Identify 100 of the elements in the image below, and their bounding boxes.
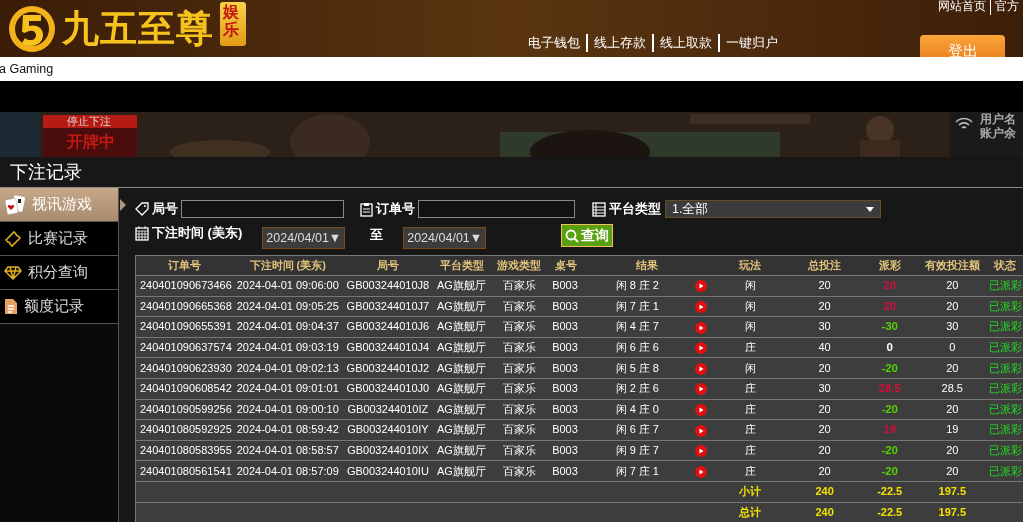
nav-link[interactable]: 电子钱包 [528, 34, 580, 52]
sidebar-item[interactable]: 额度记录 [0, 290, 118, 324]
column-header: 平台类型 [432, 255, 491, 276]
status-label: 停止下注 [67, 114, 111, 129]
column-header: 桌号 [548, 255, 584, 276]
table-cell: 百家乐 [490, 419, 549, 441]
table-cell: 2024-04-01 08:58:57 [232, 440, 343, 461]
top-link[interactable]: 官方 [990, 0, 1019, 15]
table-cell: GB003244010J8 [342, 275, 433, 297]
table-cell: 30 [919, 316, 985, 338]
table-cell: 20 [789, 440, 860, 461]
table-cell: 闲 5 庄 8 [583, 357, 692, 379]
table-cell: 百家乐 [490, 378, 549, 400]
table-cell: B003 [548, 275, 584, 297]
table-cell: -20 [859, 460, 920, 482]
table-cell: 0 [919, 337, 985, 358]
document-icon [4, 298, 18, 315]
table-cell: 2024-04-01 09:04:37 [232, 316, 343, 338]
table-cell: GB003244010J4 [342, 337, 433, 358]
table-cell: 总计 [711, 502, 790, 522]
nav-link[interactable]: 线上取款 [652, 34, 712, 52]
table-cell: 闲 [711, 357, 790, 379]
table-cell: 20 [789, 460, 860, 482]
play-icon[interactable] [695, 300, 708, 313]
field-label: 平台类型 [609, 200, 661, 218]
caret-icon [866, 206, 874, 212]
table-cell: AG旗舰厅 [432, 440, 491, 461]
field-label: 下注时间 (美东) [152, 224, 243, 242]
calendar-icon [135, 225, 149, 241]
column-header: 总投注 [789, 255, 860, 276]
nav-link[interactable]: 线上存款 [586, 34, 646, 52]
table-cell: 20 [789, 357, 860, 379]
play-icon[interactable] [695, 445, 708, 458]
table-cell: 闲 [711, 316, 790, 338]
table-cell: 百家乐 [490, 296, 549, 317]
play-icon[interactable] [695, 424, 708, 437]
column-header: 状态 [984, 255, 1023, 276]
table-cell: 240401080583955 [135, 440, 233, 461]
order-field[interactable] [418, 200, 575, 218]
column-header: 结果 [583, 255, 712, 276]
table-cell: GB003244010IZ [342, 399, 433, 420]
play-icon[interactable] [695, 403, 708, 416]
nav-link[interactable]: 一键归户 [718, 34, 778, 52]
table-cell: 20 [859, 275, 920, 297]
column-header: 玩法 [711, 255, 790, 276]
table-cell: 240401090599256 [135, 399, 233, 420]
play-icon[interactable] [695, 280, 708, 293]
platform-select[interactable]: 1.全部 [665, 200, 881, 218]
column-header: 有效投注额 [919, 255, 985, 276]
table-cell: 百家乐 [490, 357, 549, 379]
table-cell: 已派彩 [984, 357, 1023, 379]
table-cell: 闲 4 庄 7 [583, 316, 692, 338]
search-icon [565, 228, 580, 243]
play-icon[interactable] [695, 465, 708, 478]
table-cell: AG旗舰厅 [432, 296, 491, 317]
table-cell: 20 [789, 275, 860, 297]
table-cell: 闲 8 庄 2 [583, 275, 692, 297]
date-from-field[interactable]: 2024/04/01▼ [262, 227, 346, 249]
cards-icon [4, 194, 26, 215]
column-header: 下注时间 (美东) [232, 255, 343, 276]
table-cell: 闲 [711, 296, 790, 317]
table-cell: 闲 7 庄 1 [583, 296, 692, 317]
play-icon[interactable] [695, 362, 708, 375]
table-cell: AG旗舰厅 [432, 460, 491, 482]
table-cell: 20 [789, 399, 860, 420]
table-cell: 庄 [711, 378, 790, 400]
table-cell: B003 [548, 378, 584, 400]
table-cell: 已派彩 [984, 275, 1023, 297]
table-cell: 2024-04-01 09:02:13 [232, 357, 343, 379]
table-cell: 28.5 [859, 378, 920, 400]
top-link[interactable]: 网站首页 [938, 0, 986, 15]
round-field[interactable] [181, 200, 344, 218]
column-header: 订单号 [135, 255, 233, 276]
play-icon[interactable] [695, 321, 708, 334]
table-cell: B003 [548, 440, 584, 461]
info-label: 用户名 [980, 112, 1016, 126]
table-cell: 240401090608542 [135, 378, 233, 400]
table-cell: AG旗舰厅 [432, 337, 491, 358]
table-cell: 2024-04-01 08:59:42 [232, 419, 343, 441]
table-cell: 20 [789, 419, 860, 441]
table-cell: B003 [548, 337, 584, 358]
sidebar-item[interactable]: 积分查询 [0, 256, 118, 290]
column-header: 派彩 [859, 255, 920, 276]
table-cell: AG旗舰厅 [432, 316, 491, 338]
play-icon[interactable] [695, 342, 708, 355]
table-cell: 19 [919, 419, 985, 441]
table-cell: 百家乐 [490, 316, 549, 338]
table-cell: 已派彩 [984, 337, 1023, 358]
table-cell: 闲 2 庄 6 [583, 378, 692, 400]
table-cell: 百家乐 [490, 275, 549, 297]
sidebar-label: 积分查询 [28, 263, 88, 282]
table-cell: GB003244010J2 [342, 357, 433, 379]
table-cell: 197.5 [919, 481, 985, 503]
table-cell: 28.5 [919, 378, 985, 400]
table-cell: 已派彩 [984, 460, 1023, 482]
table-cell: -20 [859, 357, 920, 379]
date-to-field[interactable]: 2024/04/01▼ [403, 227, 487, 249]
sidebar-item[interactable]: 比赛记录 [0, 222, 118, 256]
table-cell: 闲 9 庄 7 [583, 440, 692, 461]
play-icon[interactable] [695, 383, 708, 396]
